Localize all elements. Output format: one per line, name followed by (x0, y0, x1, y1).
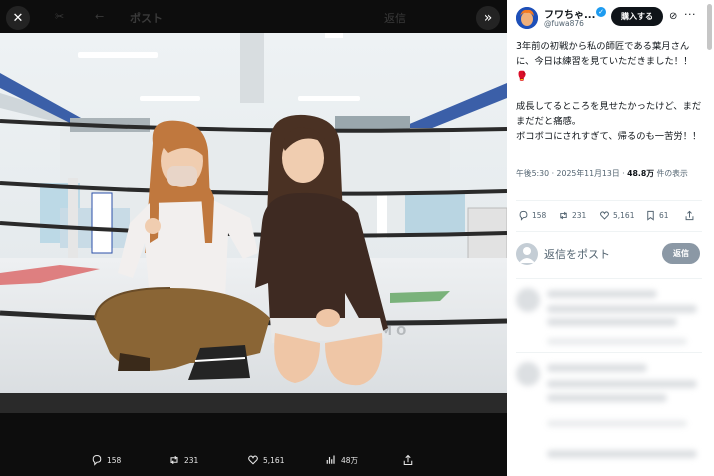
like-button[interactable]: 5,161 (599, 210, 634, 221)
scrollbar[interactable] (707, 4, 712, 50)
post-panel: フワちゃ... ✓ @fuwa876 購入する ⊘ ··· 3年前の初戦から私の… (507, 0, 714, 476)
more-options-icon[interactable]: ··· (684, 8, 696, 21)
reply-input[interactable]: 返信をポスト (544, 246, 610, 262)
media-reply-button[interactable]: 158 (91, 454, 121, 466)
post-header: フワちゃ... ✓ @fuwa876 購入する ⊘ ··· (507, 0, 714, 34)
share-icon (685, 210, 694, 221)
divider (516, 200, 702, 201)
media-share-button[interactable] (402, 454, 414, 466)
reply-composer: 返信をポスト 返信 (516, 241, 702, 267)
repost-count: 231 (572, 211, 587, 220)
verified-badge-icon: ✓ (596, 7, 606, 17)
media-action-bar: 158 231 5,161 48万 (0, 444, 507, 476)
user-handle[interactable]: @fuwa876 (544, 19, 584, 28)
default-avatar-icon (519, 247, 535, 263)
avatar (516, 243, 538, 265)
boxing-ring-photo: M O (0, 33, 507, 413)
avatar-image (516, 7, 538, 29)
reply-button[interactable]: 158 (518, 210, 546, 221)
repost-icon (170, 455, 178, 465)
faded-arrow-icon: ← (95, 10, 105, 23)
post-action-bar: 158 231 5,161 61 (516, 207, 702, 225)
divider (516, 352, 702, 353)
faded-icon: ✂ (55, 10, 65, 23)
media-views-button[interactable]: 48万 (325, 454, 358, 466)
media-like-count: 5,161 (263, 455, 285, 465)
double-chevron-right-icon: » (483, 10, 493, 26)
view-count-suffix: 件の表示 (654, 169, 688, 178)
reply-icon (92, 454, 102, 466)
reply-submit-button[interactable]: 返信 (662, 243, 700, 264)
media-viewer: ✕ ✂ ← ポスト 返信 » M O 158 231 5,161 48万 (0, 0, 507, 476)
avatar[interactable] (516, 7, 538, 29)
divider (516, 278, 702, 279)
share-button[interactable] (684, 210, 695, 221)
grok-icon[interactable]: ⊘ (669, 11, 677, 22)
repost-button[interactable]: 231 (558, 210, 586, 221)
reply-icon (519, 210, 528, 221)
bookmark-button[interactable]: 61 (645, 210, 669, 221)
like-icon (600, 211, 609, 220)
media-reply-count: 158 (107, 455, 122, 465)
divider (516, 231, 702, 232)
reply-count: 158 (532, 211, 547, 220)
post-meta: 午後5:30 · 2025年11月13日 · 48.8万 件の表示 (516, 168, 702, 180)
media-repost-button[interactable]: 231 (168, 454, 198, 466)
close-icon: ✕ (12, 10, 24, 26)
close-button[interactable]: ✕ (6, 6, 30, 30)
faded-tab: 返信 (384, 12, 406, 25)
post-text: 3年前の初戦から私の師匠である葉月さんに、今日は練習を見ていただきました！！🥊 … (516, 41, 702, 142)
post-photo[interactable]: M O (0, 33, 507, 413)
bookmark-icon (647, 210, 654, 221)
expand-button[interactable]: » (476, 6, 500, 30)
media-repost-count: 231 (184, 455, 199, 465)
media-views-count: 48万 (341, 455, 359, 465)
repost-icon (560, 211, 567, 220)
like-icon (248, 455, 258, 465)
like-count: 5,161 (613, 211, 635, 220)
media-like-button[interactable]: 5,161 (247, 454, 284, 466)
views-icon (326, 455, 335, 464)
view-count: 48.8万 (627, 169, 655, 178)
faded-title: ポスト (130, 12, 163, 25)
bookmark-count: 61 (659, 211, 669, 220)
share-icon (403, 454, 413, 466)
subscribe-button[interactable]: 購入する (611, 7, 663, 26)
post-timestamp[interactable]: 午後5:30 · 2025年11月13日 · (516, 169, 627, 178)
